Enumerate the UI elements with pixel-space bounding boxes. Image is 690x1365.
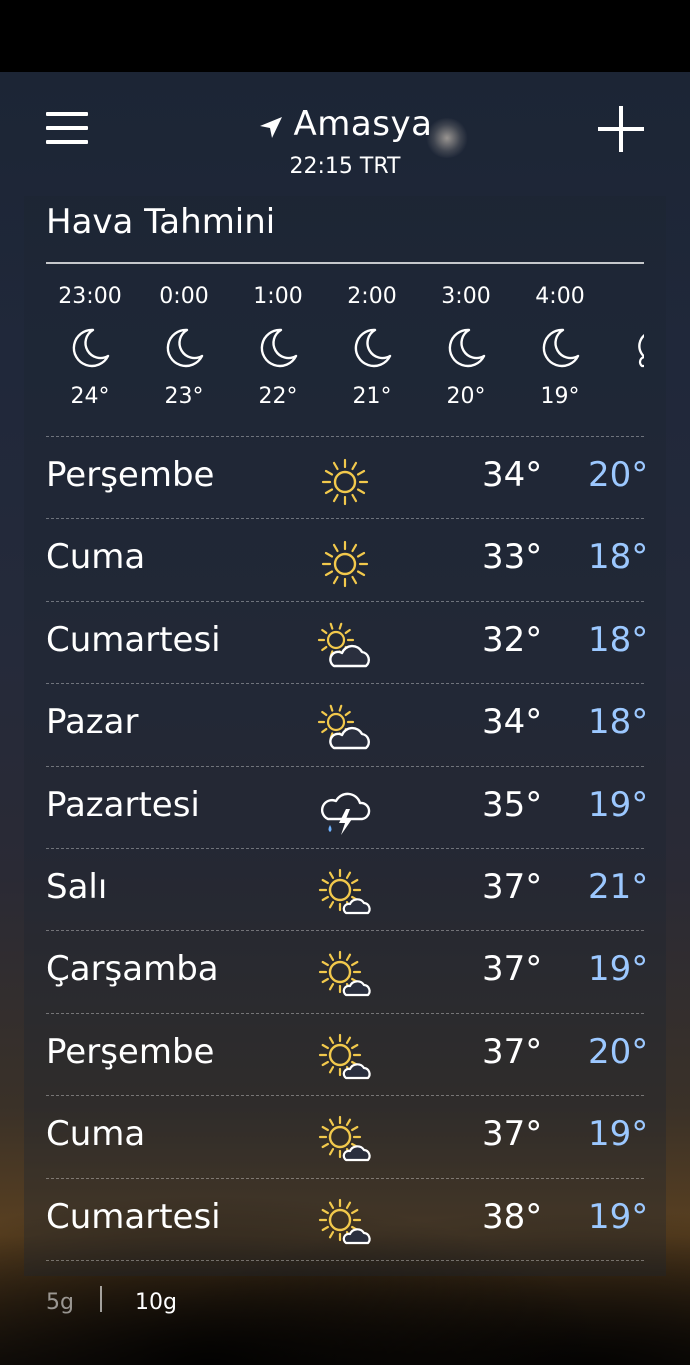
- low-temp: 18°: [588, 619, 649, 660]
- hourly-forecast[interactable]: 23:00 24° 0:00 23° 1:00 22° 2:00 21° 3:00 20° 4:00…: [46, 282, 644, 432]
- low-temp: 19°: [588, 1196, 649, 1237]
- day-name: Pazar: [46, 702, 139, 743]
- range-separator: [100, 1286, 102, 1312]
- low-temp: 19°: [588, 784, 649, 825]
- hour-temp: 20°: [446, 384, 486, 409]
- hourly-item: 2:00 21°: [327, 282, 417, 409]
- daily-forecast-row[interactable]: Çarşamba 37° 19°: [46, 930, 648, 1013]
- moon-icon: [350, 326, 394, 370]
- daily-forecast-row[interactable]: Cumartesi 38° 19°: [46, 1177, 648, 1261]
- high-temp: 37°: [482, 867, 543, 907]
- day-name: Salı: [46, 867, 108, 907]
- mostly-sunny-icon: [316, 1197, 374, 1251]
- low-temp: 21°: [588, 867, 649, 907]
- high-temp: 37°: [482, 949, 543, 990]
- moon-cloud-icon: [632, 326, 644, 370]
- hourly-item: 4:00 19°: [515, 282, 605, 409]
- daily-forecast-row[interactable]: Cuma 33° 18°: [46, 518, 648, 601]
- location-arrow-icon: [258, 115, 284, 141]
- hour-time: 5: [609, 282, 644, 312]
- title-divider: [46, 262, 644, 264]
- hour-temp: 23°: [164, 384, 204, 409]
- mostly-sunny-icon: [316, 1032, 374, 1086]
- daily-forecast-row[interactable]: Salı 37° 21°: [46, 848, 648, 931]
- moon-icon: [68, 326, 112, 370]
- daily-forecast-row[interactable]: Pazar 34° 18°: [46, 683, 648, 766]
- high-temp: 34°: [482, 702, 543, 743]
- thunderstorm-icon: [316, 785, 374, 839]
- range-10-days-button[interactable]: 10g: [135, 1290, 177, 1315]
- day-name: Perşembe: [46, 455, 215, 495]
- moon-icon: [256, 326, 300, 370]
- hourly-item: 1:00 22°: [233, 282, 323, 409]
- moon-icon: [538, 326, 582, 370]
- partly-cloudy-icon: [316, 620, 374, 674]
- mostly-sunny-icon: [316, 1114, 374, 1168]
- hourly-item: 3:00 20°: [421, 282, 511, 409]
- hour-time: 4:00: [535, 284, 585, 309]
- day-name: Cuma: [46, 1114, 146, 1155]
- high-temp: 38°: [482, 1196, 543, 1237]
- daily-forecast-row[interactable]: Perşembe 34° 20°: [46, 436, 648, 519]
- moon-icon: [444, 326, 488, 370]
- high-temp: 32°: [482, 619, 543, 660]
- local-time: 22:15 TRT: [289, 154, 401, 179]
- mostly-sunny-icon: [316, 949, 374, 1003]
- hour-time: 3:00: [441, 284, 491, 309]
- high-temp: 37°: [482, 1114, 543, 1155]
- moon-icon: [162, 326, 206, 370]
- hour-temp: 21°: [352, 384, 392, 409]
- daily-forecast-row[interactable]: Cumartesi 32° 18°: [46, 600, 648, 684]
- partly-cloudy-icon: [316, 702, 374, 756]
- low-temp: 19°: [588, 949, 649, 990]
- hour-temp: 24°: [70, 384, 110, 409]
- hour-time: 1:00: [253, 284, 303, 309]
- high-temp: 33°: [482, 537, 543, 578]
- range-5-days-button[interactable]: 5g: [46, 1290, 74, 1315]
- daily-forecast-row[interactable]: Cuma 37° 19°: [46, 1095, 648, 1178]
- row-divider: [46, 1260, 644, 1262]
- day-name: Perşembe: [46, 1031, 215, 1072]
- low-temp: 20°: [588, 455, 649, 495]
- status-bar: [0, 0, 690, 72]
- hour-temp: 19°: [540, 384, 580, 409]
- day-name: Çarşamba: [46, 949, 219, 990]
- daily-forecast-row[interactable]: Pazartesi 35° 19°: [46, 765, 648, 849]
- low-temp: 20°: [588, 1031, 649, 1072]
- daily-forecast-row[interactable]: Perşembe 37° 20°: [46, 1012, 648, 1096]
- high-temp: 34°: [482, 455, 543, 495]
- hourly-item: 51: [609, 282, 644, 409]
- hour-time: 23:00: [58, 284, 122, 309]
- location-header[interactable]: Amasya 22:15 TRT: [0, 104, 690, 179]
- low-temp: 19°: [588, 1114, 649, 1155]
- day-name: Pazartesi: [46, 784, 200, 825]
- mostly-sunny-icon: [316, 867, 374, 921]
- hourly-item: 0:00 23°: [139, 282, 229, 409]
- sun-icon: [316, 537, 374, 591]
- hour-temp: 22°: [258, 384, 298, 409]
- low-temp: 18°: [588, 702, 649, 743]
- day-name: Cumartesi: [46, 1196, 221, 1237]
- hour-temp: 1: [609, 384, 644, 409]
- day-name: Cuma: [46, 537, 146, 578]
- section-title: Hava Tahmini: [46, 202, 276, 242]
- hour-time: 0:00: [159, 284, 209, 309]
- hourly-item: 23:00 24°: [46, 282, 135, 409]
- high-temp: 35°: [482, 784, 543, 825]
- add-location-button[interactable]: [598, 106, 644, 152]
- hour-time: 2:00: [347, 284, 397, 309]
- sun-icon: [316, 455, 374, 509]
- high-temp: 37°: [482, 1031, 543, 1072]
- day-name: Cumartesi: [46, 619, 221, 660]
- city-name: Amasya: [293, 104, 433, 144]
- low-temp: 18°: [588, 537, 649, 578]
